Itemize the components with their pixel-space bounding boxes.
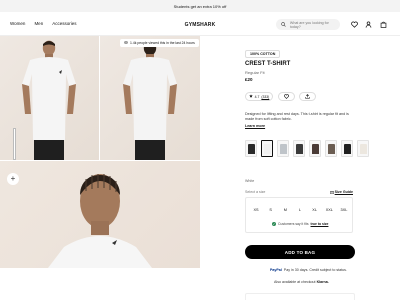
fit-feedback: ✓ Customers say it fits true to size: [272, 222, 328, 226]
search-input[interactable]: What are you looking for today?: [276, 19, 340, 30]
review-count: (333): [261, 94, 270, 99]
wishlist-button[interactable]: [350, 20, 358, 28]
main-nav: Women Men Accessories: [10, 21, 76, 26]
model-back-illustration: [123, 40, 177, 160]
logo[interactable]: GYMSHARK: [178, 19, 222, 30]
site-header: Women Men Accessories GYMSHARK What are …: [0, 12, 400, 36]
swatch-shirt-thumbnail: [343, 143, 351, 154]
share-icon: [305, 94, 310, 99]
bottom-panel: [245, 293, 355, 300]
size-option[interactable]: M: [279, 205, 291, 215]
paypal-message: PayPal Pay in 30 days. Credit subject to…: [270, 268, 347, 272]
nav-accessories[interactable]: Accessories: [52, 21, 76, 26]
size-indicator-bar: [13, 128, 16, 160]
size-guide-text: Size Guide: [334, 190, 353, 194]
klarna-message: Also available at checkout Klarna.: [274, 280, 329, 284]
size-option[interactable]: 3XL: [338, 205, 350, 215]
color-swatch[interactable]: [341, 140, 353, 157]
bag-icon: [380, 21, 386, 28]
user-icon: [365, 20, 371, 28]
swatch-shirt-thumbnail: [263, 143, 271, 154]
klarna-text: Also available at checkout: [274, 280, 316, 284]
rating-button[interactable]: 4.7 (333): [245, 92, 273, 101]
paypal-logo: PayPal: [270, 268, 282, 272]
search-placeholder: What are you looking for today?: [289, 20, 329, 29]
bag-button[interactable]: [379, 20, 387, 28]
product-image-closeup[interactable]: [0, 161, 200, 268]
nav-men[interactable]: Men: [34, 21, 43, 26]
share-button[interactable]: [299, 92, 316, 101]
paypal-text: Pay in 30 days. Credit subject to status…: [283, 268, 347, 272]
learn-more-link[interactable]: Learn more: [245, 124, 265, 128]
product-title: CREST T-SHIRT: [245, 61, 291, 67]
color-swatch[interactable]: [277, 140, 289, 157]
size-selector: XS S M L XL XXL 3XL ✓ Customers say it fits tr…: [245, 197, 353, 233]
color-swatch[interactable]: [357, 140, 369, 157]
product-fit: Regular Fit: [245, 70, 265, 75]
search-icon: [281, 21, 287, 28]
color-swatch[interactable]: [245, 140, 257, 157]
size-option[interactable]: XXL: [323, 205, 335, 215]
size-option[interactable]: S: [265, 205, 277, 215]
color-swatch[interactable]: [261, 140, 273, 157]
size-option[interactable]: L: [294, 205, 306, 215]
size-guide-link[interactable]: Size Guide: [329, 190, 353, 194]
product-image-front[interactable]: [0, 36, 99, 160]
fit-feedback-link[interactable]: true to size: [311, 222, 329, 226]
swatch-shirt-thumbnail: [295, 143, 303, 154]
product-gallery: 1.4k people viewed this in the last 24 h…: [0, 36, 200, 268]
viewers-text: 1.4k people viewed this in the last 24 h…: [130, 41, 195, 45]
swatch-shirt-thumbnail: [279, 143, 287, 154]
fit-feedback-text: Customers say it fits: [278, 222, 309, 226]
heart-icon: [350, 21, 358, 28]
swatch-shirt-thumbnail: [359, 143, 367, 154]
color-swatch[interactable]: [325, 140, 337, 157]
size-option[interactable]: XS: [250, 205, 262, 215]
promo-banner[interactable]: Students get an extra 10% off: [0, 0, 400, 12]
selected-color-name: White: [245, 179, 255, 183]
eye-icon: [124, 41, 128, 45]
rating-value: 4.7: [254, 94, 260, 99]
add-to-wishlist-button[interactable]: [278, 92, 295, 101]
product-description: Designed for lifting and rest days. This…: [245, 112, 349, 121]
size-options: XS S M L XL XXL 3XL: [250, 205, 350, 215]
klarna-logo: Klarna.: [316, 280, 329, 284]
product-price: £20: [245, 77, 253, 82]
swatch-shirt-thumbnail: [247, 143, 255, 154]
product-image-back[interactable]: 1.4k people viewed this in the last 24 h…: [100, 36, 200, 160]
color-swatch[interactable]: [309, 140, 321, 157]
color-swatches: [245, 140, 369, 157]
zoom-button[interactable]: +: [7, 173, 19, 185]
viewers-badge: 1.4k people viewed this in the last 24 h…: [120, 39, 199, 47]
size-option[interactable]: XL: [309, 205, 321, 215]
add-to-bag-button[interactable]: ADD TO BAG: [245, 245, 355, 259]
model-closeup-illustration: [48, 174, 152, 268]
plus-icon: +: [10, 174, 16, 183]
material-tag: 100% COTTON: [245, 50, 281, 58]
check-icon: ✓: [272, 222, 276, 226]
heart-icon: [284, 94, 289, 99]
color-swatch[interactable]: [293, 140, 305, 157]
swatch-shirt-thumbnail: [311, 143, 319, 154]
size-header: Select a size Size Guide: [245, 190, 353, 194]
promo-text[interactable]: Students get an extra 10% off: [174, 4, 227, 9]
material-tag-text: 100% COTTON: [250, 52, 276, 56]
account-button[interactable]: [364, 20, 372, 28]
add-to-bag-label: ADD TO BAG: [284, 249, 316, 255]
nav-women[interactable]: Women: [10, 21, 25, 26]
logo-text: GYMSHARK: [184, 21, 216, 28]
ruler-icon: [329, 190, 334, 194]
star-icon: [248, 94, 253, 99]
size-label: Select a size: [245, 190, 266, 194]
swatch-shirt-thumbnail: [327, 143, 335, 154]
